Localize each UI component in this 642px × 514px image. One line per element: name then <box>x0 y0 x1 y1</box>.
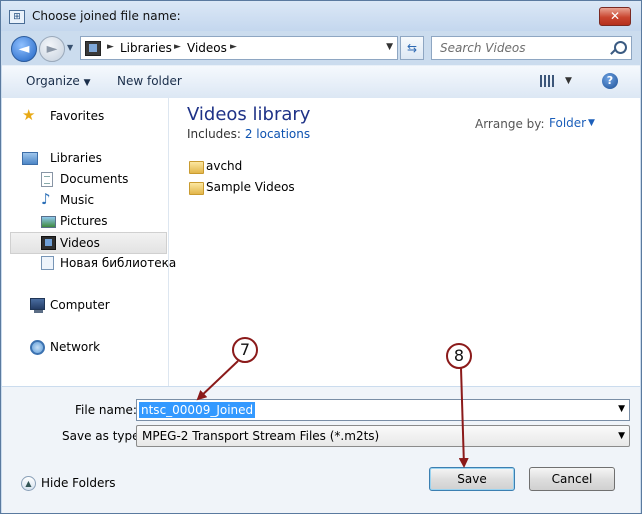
annotation-label-7: 7 <box>239 340 251 359</box>
annotation-label-8: 8 <box>453 346 465 365</box>
annotation-arrow-8 <box>458 367 469 468</box>
annotation-arrow-7 <box>196 360 239 401</box>
annotation-overlay <box>196 337 472 468</box>
